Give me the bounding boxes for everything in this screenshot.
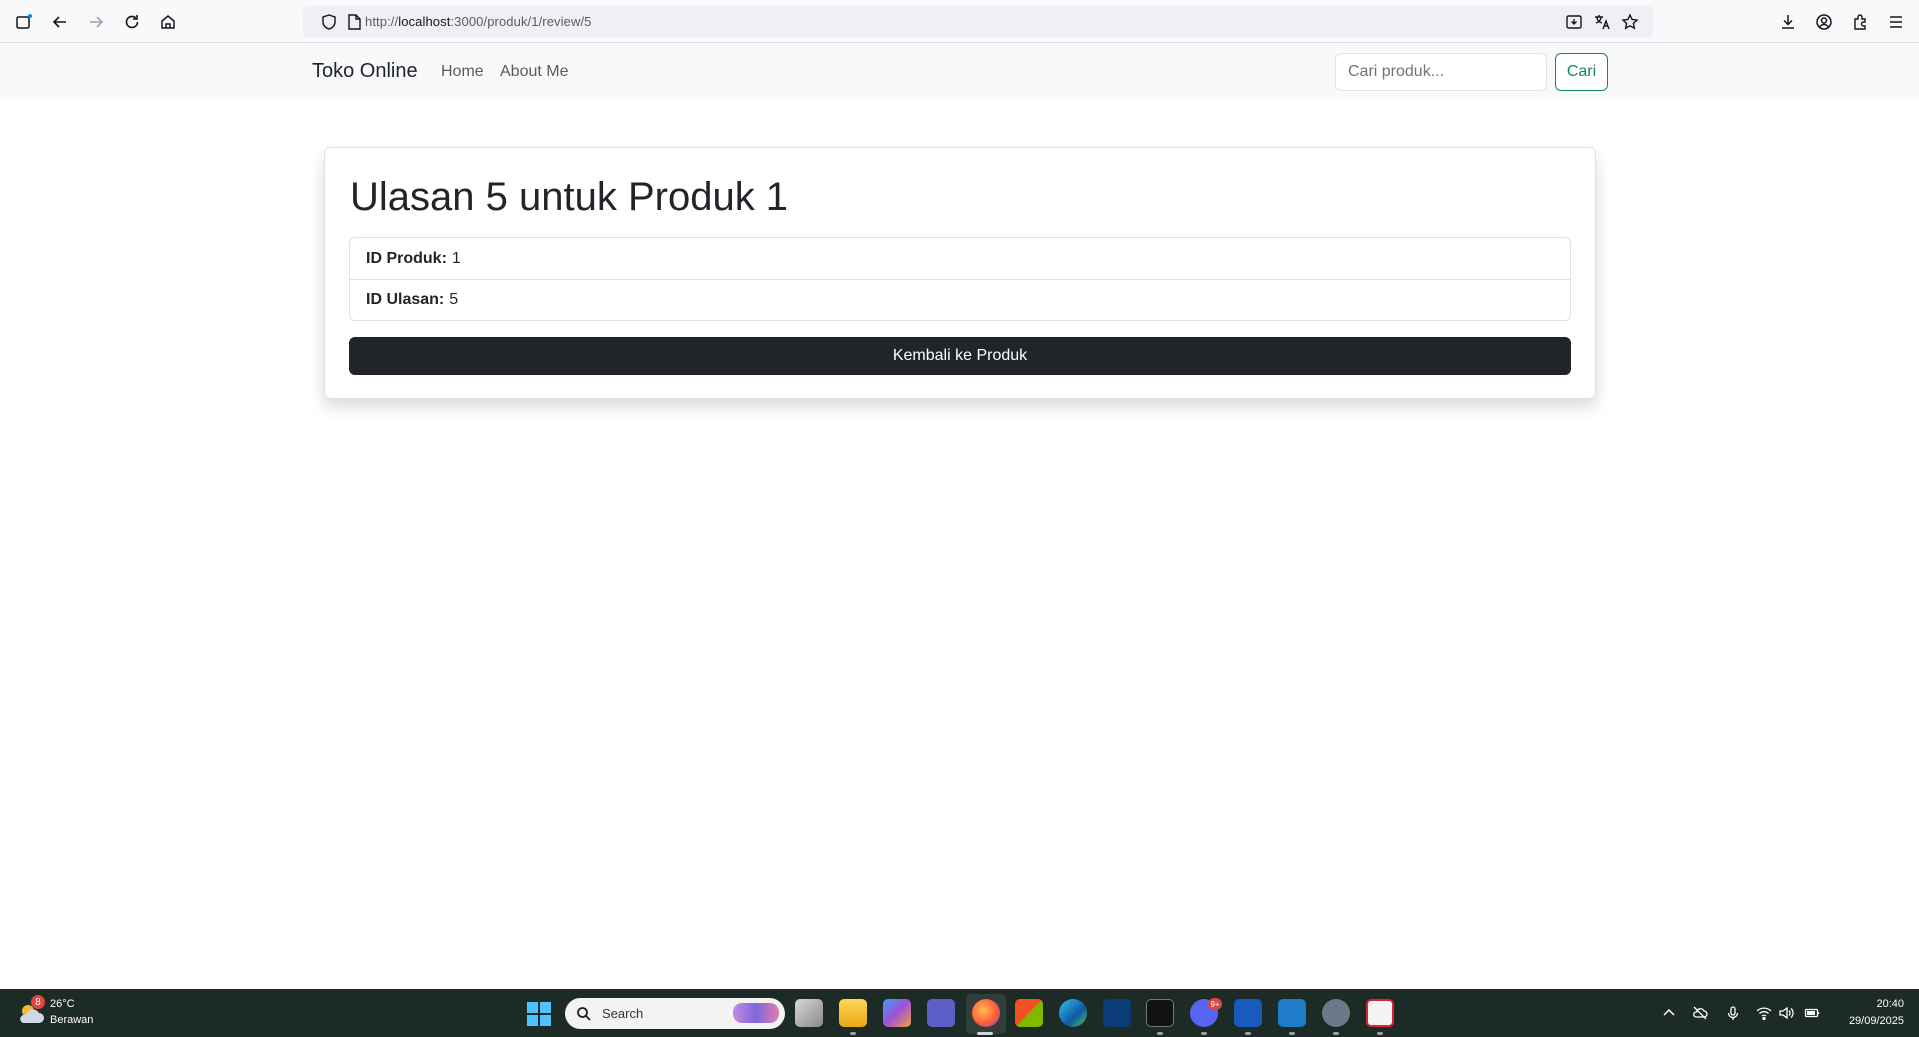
back-icon[interactable] — [42, 4, 78, 40]
clock-time[interactable]: 20:40 — [1839, 998, 1904, 1010]
microphone-icon[interactable] — [1725, 1005, 1741, 1021]
nav-link-home[interactable]: Home — [441, 63, 484, 81]
list-item-review-id: ID Ulasan: 5 — [350, 279, 1570, 320]
review-id-value: 5 — [449, 291, 459, 308]
task-view-icon[interactable] — [795, 999, 823, 1027]
edge-icon[interactable] — [1059, 999, 1087, 1027]
downloads-icon[interactable] — [1770, 4, 1806, 40]
windows-start-icon[interactable] — [527, 1002, 551, 1026]
clock-date[interactable]: 29/09/2025 — [1839, 1015, 1904, 1027]
chevron-up-icon[interactable] — [1661, 1005, 1677, 1021]
reload-icon[interactable] — [114, 4, 150, 40]
search-input[interactable] — [1335, 53, 1547, 91]
review-card: Ulasan 5 untuk Produk 1 ID Produk: 1 ID … — [324, 147, 1596, 399]
snipping-tool-icon[interactable] — [1366, 999, 1394, 1027]
running-indicator — [1289, 1032, 1295, 1035]
taskbar-search[interactable]: Search — [565, 998, 785, 1029]
firefox-icon[interactable] — [972, 999, 1000, 1027]
site-navbar: Toko Online Home About Me Cari — [0, 43, 1919, 99]
forward-icon[interactable] — [78, 4, 114, 40]
app-icon[interactable] — [1103, 999, 1131, 1027]
review-details-list: ID Produk: 1 ID Ulasan: 5 — [349, 237, 1571, 321]
review-id-label: ID Ulasan: — [366, 291, 445, 308]
home-icon[interactable] — [150, 4, 186, 40]
word-icon[interactable] — [1234, 999, 1262, 1027]
taskbar-search-label: Search — [602, 1006, 644, 1021]
browser-toolbar: http://localhost:3000/produk/1/review/5 — [0, 0, 1919, 43]
copilot-icon[interactable] — [883, 999, 911, 1027]
weather-description[interactable]: Berawan — [50, 1014, 93, 1026]
account-icon[interactable] — [1806, 4, 1842, 40]
discord-badge: 9+ — [1208, 998, 1222, 1010]
back-to-product-button[interactable]: Kembali ke Produk — [349, 337, 1571, 375]
navbar-brand[interactable]: Toko Online — [312, 60, 418, 83]
vscode-icon[interactable] — [1278, 999, 1306, 1027]
search-icon — [577, 1007, 591, 1021]
search-highlight-image — [733, 1003, 779, 1023]
running-indicator — [850, 1032, 856, 1035]
windows-taskbar: 8 26°C Berawan Search 9+ 20:40 29/09/202… — [0, 989, 1919, 1037]
file-explorer-icon[interactable] — [839, 999, 867, 1027]
weather-badge: 8 — [31, 995, 45, 1009]
running-indicator — [1157, 1032, 1163, 1035]
tab-list-icon[interactable] — [6, 4, 42, 40]
running-indicator — [1245, 1032, 1251, 1035]
extensions-icon[interactable] — [1842, 4, 1878, 40]
menu-icon[interactable] — [1878, 4, 1914, 40]
url-text[interactable]: http://localhost:3000/produk/1/review/5 — [365, 14, 592, 29]
volume-icon[interactable] — [1778, 1005, 1794, 1021]
settings-icon[interactable] — [1322, 999, 1350, 1027]
running-indicator — [1201, 1032, 1207, 1035]
search-button[interactable]: Cari — [1555, 53, 1608, 91]
cloud-offline-icon[interactable] — [1692, 1005, 1708, 1021]
nav-link-about-me[interactable]: About Me — [500, 63, 568, 81]
product-id-value: 1 — [451, 249, 461, 267]
running-indicator — [1333, 1032, 1339, 1035]
teams-icon[interactable] — [927, 999, 955, 1027]
weather-temperature[interactable]: 26°C — [50, 998, 75, 1010]
battery-icon[interactable] — [1804, 1005, 1820, 1021]
bookmark-star-icon[interactable] — [1612, 4, 1648, 40]
notion-icon[interactable] — [1146, 999, 1174, 1027]
running-indicator — [1377, 1032, 1383, 1035]
wifi-icon[interactable] — [1756, 1005, 1772, 1021]
microsoft-store-icon[interactable] — [1015, 999, 1043, 1027]
address-bar[interactable]: http://localhost:3000/produk/1/review/5 — [303, 6, 1653, 38]
product-id-label: ID Produk: — [366, 249, 447, 267]
list-item-product-id: ID Produk: 1 — [350, 238, 1570, 279]
active-indicator — [977, 1032, 993, 1035]
page-title: Ulasan 5 untuk Produk 1 — [350, 175, 789, 219]
